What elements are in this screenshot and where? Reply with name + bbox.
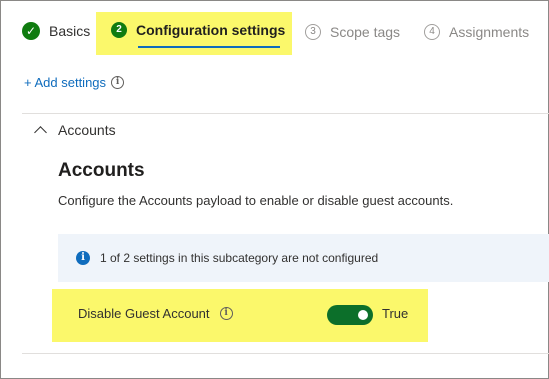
disable-guest-account-toggle[interactable]: [327, 305, 373, 325]
active-step-underline: [138, 46, 280, 48]
step-number-badge: 4: [424, 24, 440, 40]
divider: [22, 113, 549, 114]
toggle-value-label: True: [382, 306, 409, 321]
wizard-step-assignments[interactable]: 4 Assignments: [424, 24, 529, 40]
wizard-step-basics[interactable]: ✓ Basics: [22, 22, 90, 40]
setting-disable-guest-account: Disable Guest Account i: [78, 306, 233, 321]
info-icon[interactable]: i: [219, 307, 233, 320]
info-message-text: 1 of 2 settings in this subcategory are …: [100, 251, 379, 265]
divider: [22, 353, 549, 354]
step-label: Basics: [49, 23, 91, 39]
chevron-up-icon: [34, 126, 47, 139]
wizard-step-configuration-settings[interactable]: 2 Configuration settings: [111, 22, 285, 38]
section-header-label: Accounts: [58, 122, 116, 138]
info-message-bar: i 1 of 2 settings in this subcategory ar…: [58, 234, 549, 282]
add-settings-label: + Add settings: [24, 75, 107, 90]
step-number-badge: 2: [111, 22, 127, 38]
toggle-knob: [358, 310, 368, 320]
info-icon[interactable]: i: [111, 76, 125, 89]
step-label: Configuration settings: [136, 22, 286, 38]
section-description: Configure the Accounts payload to enable…: [58, 193, 454, 208]
info-icon: i: [76, 251, 90, 265]
checkmark-icon: ✓: [22, 22, 40, 40]
step-label: Scope tags: [330, 24, 401, 40]
section-header-accounts[interactable]: Accounts: [34, 122, 116, 139]
step-number-badge: 3: [305, 24, 321, 40]
wizard-step-scope-tags[interactable]: 3 Scope tags: [305, 24, 400, 40]
step-label: Assignments: [449, 24, 530, 40]
section-title: Accounts: [58, 160, 145, 181]
setting-label: Disable Guest Account: [78, 306, 210, 321]
add-settings-link[interactable]: + Add settings i: [24, 75, 125, 90]
